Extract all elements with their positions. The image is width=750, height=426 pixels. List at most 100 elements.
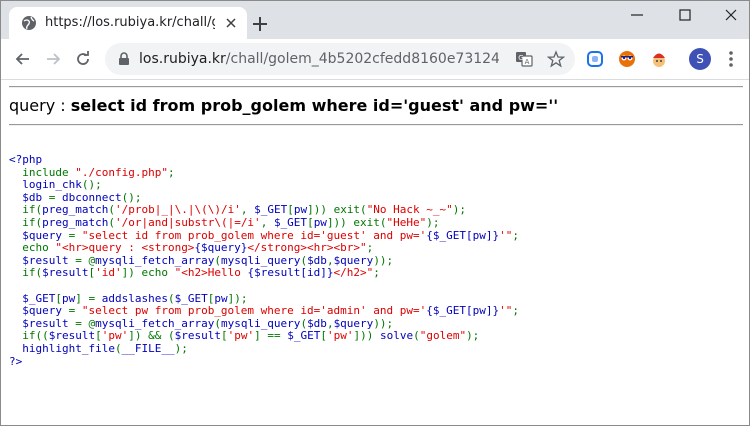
code-token: 'pw' <box>227 329 255 343</box>
maximize-icon[interactable] <box>677 7 693 23</box>
code-token: )); <box>373 316 394 330</box>
code-token: $db <box>307 316 327 330</box>
code-token: [ <box>287 203 294 217</box>
code-token: ]); <box>227 291 248 305</box>
code-line: login_chk(); <box>9 178 102 191</box>
code-token: highlight_file <box>9 341 115 355</box>
code-token: '/prob|_|\.|\(\)/i' <box>114 203 241 217</box>
code-token: preg_match <box>42 215 109 229</box>
code-token: addslashes <box>101 291 168 305</box>
code-token: $_GET <box>174 291 208 305</box>
code-token: if(( <box>9 329 49 343</box>
code-token: ; <box>373 266 380 280</box>
close-icon[interactable] <box>223 15 239 31</box>
code-token: $_GET <box>254 203 288 217</box>
code-token: ] == <box>254 329 288 343</box>
code-token: </strong><hr><br>" <box>247 241 367 255</box>
globe-icon <box>22 16 36 30</box>
divider <box>9 124 743 126</box>
code-token: ( <box>108 203 115 217</box>
code-token: ])) <box>353 329 380 343</box>
code-line: if(($result['pw']) && ($result['pw'] == … <box>9 329 480 343</box>
code-token: "./config.php" <box>75 165 168 179</box>
code-token: ); <box>426 215 440 229</box>
code-token: ( <box>214 316 221 330</box>
tab-title: https://los.rubiya.kr/chall/golem_4b5202… <box>45 15 215 30</box>
reload-icon[interactable] <box>73 49 93 69</box>
code-token: mysqli_fetch_array <box>95 316 215 330</box>
translate-icon[interactable]: G A <box>515 50 533 68</box>
code-token: [ <box>220 329 228 343</box>
code-token: ( <box>214 253 221 267</box>
avatar[interactable]: S <box>689 48 711 70</box>
extension-icon[interactable] <box>617 49 637 69</box>
code-token: )); <box>373 253 394 267</box>
code-token: pw <box>214 291 228 305</box>
code-token: mysqli_query <box>220 316 301 330</box>
code-token: , <box>326 253 334 267</box>
tab-strip: https://los.rubiya.kr/chall/golem_4b5202… <box>1 1 749 39</box>
code-token: ( <box>108 215 115 229</box>
code-token: ( <box>114 341 122 355</box>
code-token: if( <box>9 215 43 229</box>
query-line: query : select id from prob_golem where … <box>9 96 558 116</box>
code-token: (); <box>121 190 142 204</box>
code-token: "HeHe" <box>386 215 427 229</box>
code-token: ; <box>512 304 519 318</box>
url-text[interactable]: los.rubiya.kr/chall/golem_4b5202cfedd816… <box>139 50 499 68</box>
code-token: = <box>68 304 82 318</box>
code-token: = @ <box>75 316 96 330</box>
code-line: $query = "select pw from prob_golem wher… <box>9 304 519 317</box>
code-line: if(preg_match('/or|and|substr\(|=/i', $_… <box>9 215 440 229</box>
code-token: '" <box>499 228 513 242</box>
code-token: __FILE__ <box>121 341 175 355</box>
forward-icon[interactable] <box>43 49 63 69</box>
code-token: $result <box>42 266 89 280</box>
code-token: , <box>326 316 334 330</box>
code-token: ?> <box>9 354 23 368</box>
code-token: [ <box>320 329 327 343</box>
code-line: if($result['id']) echo "<h2>Hello {$resu… <box>9 266 380 280</box>
code-token: "<hr>query : <strong> <box>55 241 195 255</box>
code-token: $query <box>333 316 374 330</box>
code-token: "select id from prob_golem where id='gue… <box>81 228 427 242</box>
code-token: ); <box>452 203 467 217</box>
code-token: ; <box>366 241 374 255</box>
code-token: , <box>260 215 274 229</box>
code-token: "select pw from prob_golem where id='adm… <box>81 304 427 318</box>
code-token: pw <box>313 215 327 229</box>
code-token: $result <box>9 316 76 330</box>
code-line: $query = "select id from prob_golem wher… <box>9 229 519 242</box>
close-icon[interactable] <box>723 7 739 23</box>
extension-icon[interactable] <box>649 49 669 69</box>
code-token: <?php <box>9 153 43 166</box>
code-token: = @ <box>75 253 96 267</box>
lock-icon[interactable] <box>117 52 131 66</box>
menu-icon[interactable] <box>725 49 737 69</box>
code-token: ])) exit( <box>326 215 387 229</box>
back-icon[interactable] <box>13 49 33 69</box>
tab-active[interactable]: https://los.rubiya.kr/chall/golem_4b5202… <box>9 7 247 39</box>
svg-text:G: G <box>518 54 523 62</box>
code-line: ?> <box>9 355 22 368</box>
code-token: "No Hack ~_~" <box>366 203 453 217</box>
code-token: {$_GET[pw]} <box>426 304 500 318</box>
code-token: "golem" <box>419 329 467 343</box>
address-bar[interactable]: los.rubiya.kr/chall/golem_4b5202cfedd816… <box>105 43 575 75</box>
extension-icon[interactable] <box>585 49 605 69</box>
star-icon[interactable] <box>547 50 565 68</box>
code-token: ; <box>512 228 519 242</box>
url-host: los.rubiya.kr <box>139 51 226 67</box>
code-line: $result = @mysqli_fetch_array(mysqli_que… <box>9 254 393 267</box>
code-token: 'id' <box>95 266 122 280</box>
code-token: , <box>240 203 255 217</box>
code-token: 'pw' <box>101 329 129 343</box>
code-token: ] = <box>75 291 102 305</box>
minimize-icon[interactable] <box>629 7 645 23</box>
code-token: $_GET <box>273 215 308 229</box>
toolbar: los.rubiya.kr/chall/golem_4b5202cfedd816… <box>1 39 749 80</box>
code-token: pw <box>61 291 76 305</box>
plus-icon[interactable] <box>251 15 269 33</box>
code-token: $query <box>9 304 69 318</box>
code-token: ); <box>466 329 480 343</box>
